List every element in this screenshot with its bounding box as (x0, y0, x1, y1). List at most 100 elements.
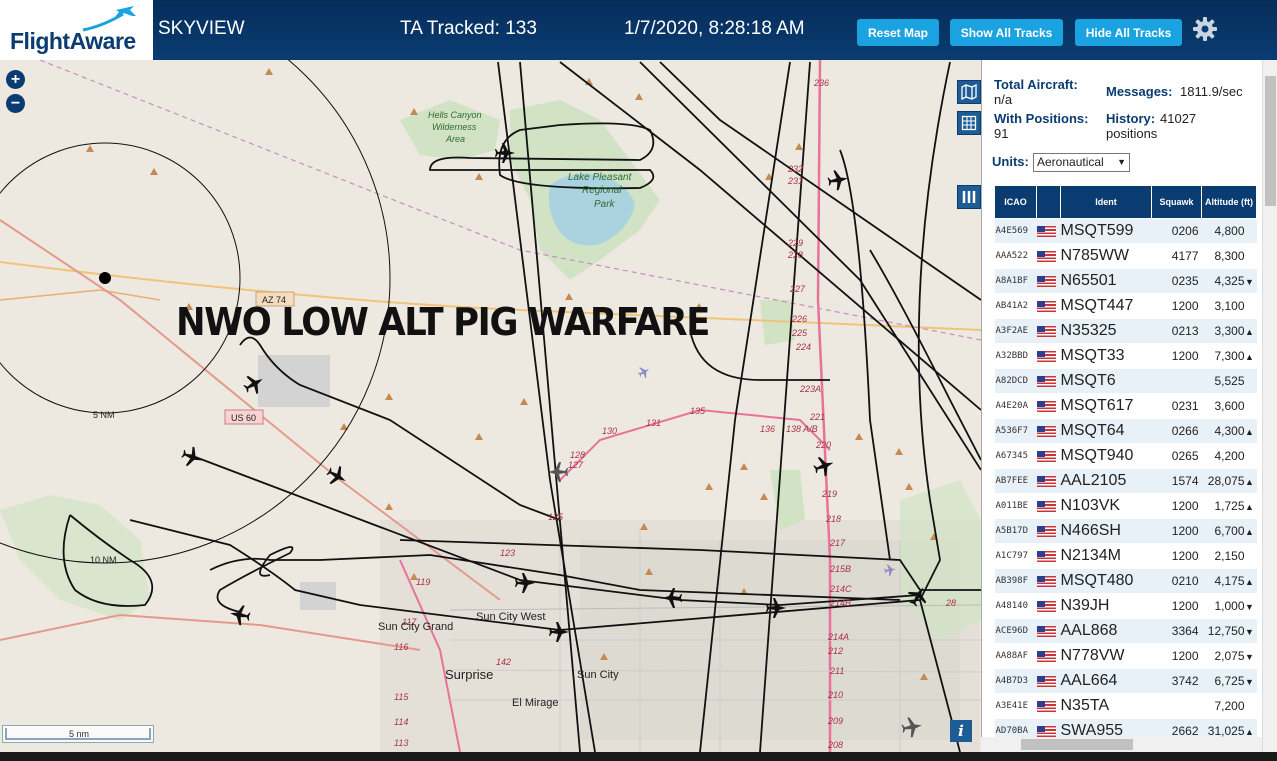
route-label: 115 (394, 692, 409, 702)
icao-cell: ACE96D (994, 618, 1037, 644)
flag-cell (1036, 668, 1061, 694)
units-label: Units: (992, 154, 1029, 169)
col-flag[interactable] (1036, 185, 1061, 219)
info-button[interactable]: i (950, 720, 972, 742)
table-row[interactable]: A1C797 N2134M 1200 2,150 (994, 543, 1257, 569)
us-flag-icon (1036, 226, 1056, 238)
table-row[interactable]: AB7FEE AAL2105 1574 28,075▲ (994, 468, 1257, 494)
table-row[interactable]: AAA522 N785WW 4177 8,300 (994, 243, 1257, 269)
table-row[interactable]: AA88AF N778VW 1200 2,075▼ (994, 643, 1257, 669)
altitude-cell: 2,075▼ (1201, 643, 1257, 669)
altitude-value: 7,300 (1214, 349, 1245, 363)
panel-toggle-button[interactable] (957, 185, 981, 209)
us-flag-icon (1036, 626, 1056, 638)
icao-cell: AB398F (994, 568, 1037, 594)
altitude-cell: 4,300▲ (1201, 418, 1257, 444)
altitude-value: 1,000 (1214, 599, 1245, 613)
squawk-cell: 1574 (1151, 468, 1202, 494)
aircraft-icon[interactable] (636, 364, 652, 380)
col-squawk[interactable]: Squawk (1151, 185, 1202, 219)
table-row[interactable]: A3F2AE N35325 0213 3,300▲ (994, 318, 1257, 344)
hells-canyon-label-1: Hells Canyon (428, 110, 482, 120)
panel-horizontal-scrollbar[interactable] (981, 737, 1262, 752)
table-row[interactable]: A48140 N39JH 1200 1,000▼ (994, 593, 1257, 619)
flag-cell (1036, 218, 1061, 244)
table-row[interactable]: A536F7 MSQT64 0266 4,300▲ (994, 418, 1257, 444)
table-row[interactable]: A4B7D3 AAL664 3742 6,725▼ (994, 668, 1257, 694)
hide-all-tracks-button[interactable]: Hide All Tracks (1075, 19, 1182, 46)
aircraft-table: ICAO Ident Squawk Altitude (ft) A4E569 MS… (994, 185, 1257, 744)
altitude-trend-icon: ▲ (1245, 577, 1254, 587)
panel-vertical-scrollbar[interactable] (1262, 60, 1277, 752)
altitude-cell: 6,725▼ (1201, 668, 1257, 694)
units-select[interactable]: Aeronautical ▼ (1033, 153, 1130, 172)
altitude-cell: 6,700▲ (1201, 518, 1257, 544)
us-flag-icon (1036, 676, 1056, 688)
icao-cell: A67345 (994, 443, 1037, 469)
table-row[interactable]: A3E41E N35TA 7,200 (994, 693, 1257, 719)
altitude-cell: 4,200 (1201, 443, 1257, 469)
route-label: 116 (394, 642, 408, 652)
altitude-value: 2,150 (1214, 549, 1245, 563)
scrollbar-thumb[interactable] (1021, 739, 1133, 750)
gear-icon[interactable] (1192, 16, 1218, 42)
table-row[interactable]: A8A1BF N65501 0235 4,325▼ (994, 268, 1257, 294)
icao-cell: AAA522 (994, 243, 1037, 269)
ident-cell: MSQT33 (1060, 343, 1152, 369)
ident-cell: MSQT64 (1060, 418, 1152, 444)
route-label: 220 (815, 440, 831, 450)
table-row[interactable]: AB41A2 MSQT447 1200 3,100 (994, 293, 1257, 319)
flag-cell (1036, 568, 1061, 594)
altitude-value: 8,300 (1214, 249, 1245, 263)
altitude-value: 6,700 (1214, 524, 1245, 538)
route-label: 114 (394, 717, 408, 727)
altitude-trend-icon: ▲ (1245, 502, 1254, 512)
ident-cell: N466SH (1060, 518, 1152, 544)
flag-cell (1036, 693, 1061, 719)
altitude-value: 4,300 (1214, 424, 1245, 438)
table-row[interactable]: A5B17D N466SH 1200 6,700▲ (994, 518, 1257, 544)
altitude-trend-icon: ▲ (1245, 527, 1254, 537)
scrollbar-thumb[interactable] (1265, 76, 1276, 206)
col-ident[interactable]: Ident (1060, 185, 1152, 219)
icao-cell: A8A1BF (994, 268, 1037, 294)
zoom-out-button[interactable]: − (6, 94, 25, 113)
altitude-cell: 3,300▲ (1201, 318, 1257, 344)
col-icao[interactable]: ICAO (994, 185, 1037, 219)
map-layers-button[interactable] (957, 80, 981, 104)
columns-icon (962, 191, 976, 203)
table-row[interactable]: A82DCD MSQT6 5,525 (994, 368, 1257, 394)
route-label: 227 (789, 284, 806, 294)
table-row[interactable]: A32BBD MSQT33 1200 7,300▲ (994, 343, 1257, 369)
aircraft-icon[interactable] (179, 444, 205, 470)
aircraft-icon[interactable] (548, 462, 568, 482)
us-flag-icon (1036, 401, 1056, 413)
flightaware-logo[interactable]: FlightAware (0, 0, 153, 60)
table-row[interactable]: ACE96D AAL868 3364 12,750▼ (994, 618, 1257, 644)
map-canvas[interactable]: 236 232 231 229 228 227 226 225 224 223A… (0, 60, 981, 752)
route-label: 136 (760, 424, 775, 434)
map-view[interactable]: 236 232 231 229 228 227 226 225 224 223A… (0, 60, 981, 752)
table-row[interactable]: A4E20A MSQT617 0231 3,600 (994, 393, 1257, 419)
icao-cell: A4E569 (994, 218, 1037, 244)
table-row[interactable]: AB398F MSQT480 0210 4,175▲ (994, 568, 1257, 594)
grid-toggle-button[interactable] (957, 111, 981, 135)
altitude-cell: 28,075▲ (1201, 468, 1257, 494)
table-row[interactable]: A4E569 MSQT599 0206 4,800 (994, 218, 1257, 244)
ident-cell: MSQT940 (1060, 443, 1152, 469)
table-row[interactable]: A011BE N103VK 1200 1,725▲ (994, 493, 1257, 519)
table-row[interactable]: A67345 MSQT940 0265 4,200 (994, 443, 1257, 469)
us-flag-icon (1036, 576, 1056, 588)
altitude-value: 31,025 (1207, 724, 1245, 738)
col-altitude[interactable]: Altitude (ft) (1201, 185, 1257, 219)
altitude-cell: 7,300▲ (1201, 343, 1257, 369)
icao-cell: A011BE (994, 493, 1037, 519)
ring-10nm-label: 10 NM (90, 555, 117, 565)
history-unit: positions (1106, 126, 1158, 141)
reset-map-button[interactable]: Reset Map (857, 19, 939, 46)
route-label: 208 (827, 740, 843, 750)
show-all-tracks-button[interactable]: Show All Tracks (950, 19, 1063, 46)
altitude-trend-icon: ▼ (1245, 602, 1254, 612)
altitude-cell: 4,800 (1201, 218, 1257, 244)
zoom-in-button[interactable]: + (6, 70, 25, 89)
